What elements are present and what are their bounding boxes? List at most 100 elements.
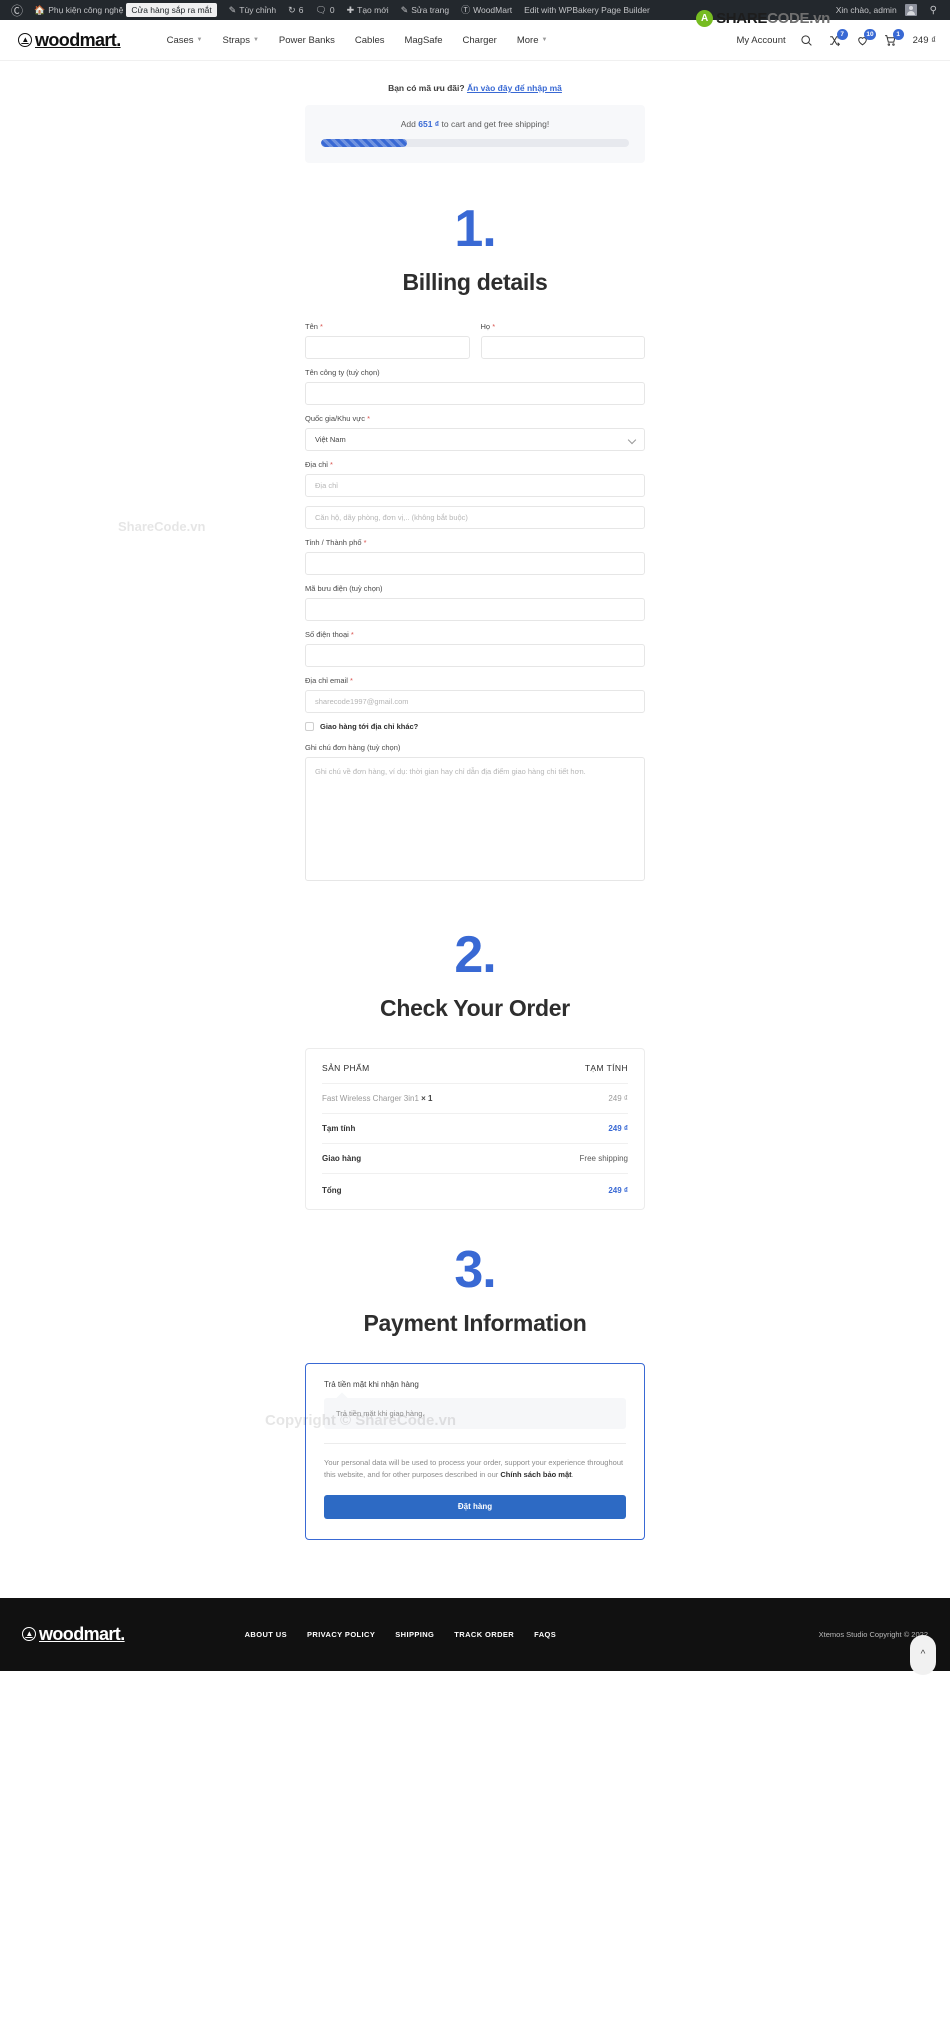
adminbar-wpbakery[interactable]: Edit with WPBakery Page Builder (518, 0, 656, 20)
subtotal-label: Tạm tính (322, 1113, 535, 1144)
nav-label: More (516, 34, 539, 46)
cart-total-amount: 249 ₫ (912, 34, 936, 46)
field-country: Quốc gia/Khu vực * (305, 414, 645, 451)
chevron-up-icon: ^ (920, 1649, 926, 1661)
order-item-name: Fast Wireless Charger 3in1 (322, 1094, 419, 1103)
place-order-button[interactable]: Đặt hàng (324, 1494, 626, 1519)
nav-item-power-banks[interactable]: Power Banks (279, 35, 335, 46)
compare-icon[interactable]: 7 (827, 28, 848, 48)
cart-icon[interactable]: 1 (883, 28, 904, 48)
phone-label: Số điện thoại * (305, 630, 645, 639)
order-review-box: SẢN PHẨM TẠM TÍNH Fast Wireless Charger … (305, 1048, 645, 1210)
avatar (904, 4, 917, 16)
footer-logo[interactable]: ▲ woodmart. (22, 1624, 125, 1645)
adminbar-new[interactable]: ✚ Tạo mới (341, 0, 395, 20)
total-value: 249 ₫ (608, 1186, 628, 1195)
first-name-input[interactable] (305, 336, 470, 359)
wishlist-count-badge: 10 (864, 28, 876, 40)
adminbar-howdy-label: Xin chào, admin (835, 5, 897, 15)
city-label-text: Tỉnh / Thành phố (305, 538, 362, 547)
ship-different-label[interactable]: Giao hàng tới địa chỉ khác? (320, 722, 418, 731)
nav-item-magsafe[interactable]: MagSafe (404, 35, 442, 46)
coupon-toggle-link[interactable]: Ấn vào đây để nhập mã (467, 83, 562, 93)
email-label: Địa chỉ email * (305, 676, 645, 685)
free-shipping-prefix: Add (400, 119, 416, 129)
order-item-qty: × 1 (421, 1094, 433, 1103)
country-select-wrapper[interactable] (305, 428, 645, 451)
step-1-title: Billing details (402, 269, 548, 295)
last-name-input[interactable] (480, 336, 645, 359)
subtotal-value: 249 ₫ (534, 1113, 628, 1144)
footer-navigation: ABOUT US PRIVACY POLICY SHIPPING TRACK O… (245, 1630, 557, 1639)
last-name-label-text: Họ (480, 322, 491, 331)
nav-item-cables[interactable]: Cables (355, 35, 385, 46)
address-1-input[interactable] (305, 474, 645, 497)
city-input[interactable] (305, 552, 645, 575)
postcode-input[interactable] (305, 598, 645, 621)
site-logo[interactable]: ▲ woodmart. (18, 30, 121, 51)
ship-different-checkbox[interactable] (305, 722, 314, 731)
privacy-policy-link[interactable]: Chính sách bảo mật (500, 1470, 571, 1479)
nav-label: MagSafe (404, 34, 443, 46)
wp-admin-bar: Ⓒ 🏠 Phụ kiện công nghệ Cửa hàng sắp ra m… (0, 0, 950, 20)
search-icon[interactable]: ⚲ (923, 5, 944, 16)
adminbar-wpbakery-label: Edit with WPBakery Page Builder (524, 5, 650, 15)
payment-method-description: Trả tiền mặt khi giao hàng. (324, 1398, 626, 1429)
chevron-down-icon: ▼ (541, 37, 548, 43)
adminbar-customize[interactable]: ✎ Tùy chỉnh (223, 0, 282, 20)
field-order-notes: Ghi chú đơn hàng (tuỳ chọn) (305, 743, 645, 886)
heart-icon[interactable]: 10 (855, 28, 876, 48)
ship-to-different-address-row[interactable]: Giao hàng tới địa chỉ khác? (305, 722, 645, 731)
coming-soon-pill: Cửa hàng sắp ra mắt (126, 3, 217, 17)
field-city: Tỉnh / Thành phố * (305, 538, 645, 575)
pencil-icon: ✎ (400, 4, 409, 15)
adminbar-updates[interactable]: ↻ 6 (282, 0, 309, 20)
nav-item-cases[interactable]: Cases ▼ (167, 35, 203, 46)
billing-form: Tên * Họ * Tên công ty (tuỳ chọn) Quốc g… (305, 322, 645, 886)
country-select[interactable] (305, 428, 645, 451)
cart-count-badge: 1 (892, 28, 904, 40)
nav-label: Charger (462, 34, 497, 46)
address-2-input[interactable] (305, 506, 645, 529)
nav-item-straps[interactable]: Straps ▼ (223, 35, 259, 46)
order-item-name-cell: Fast Wireless Charger 3in1 × 1 (322, 1083, 535, 1114)
footer-link-privacy-policy[interactable]: PRIVACY POLICY (307, 1630, 375, 1639)
adminbar-comments-count: 0 (329, 5, 335, 15)
shipping-value: Free shipping (534, 1143, 628, 1174)
adminbar-edit-page[interactable]: ✎ Sửa trang (395, 0, 455, 20)
footer-link-track-order[interactable]: TRACK ORDER (454, 1630, 514, 1639)
required-mark: * (330, 460, 333, 469)
comment-icon: 🗨 (315, 4, 327, 15)
footer-link-shipping[interactable]: SHIPPING (395, 1630, 434, 1639)
footer-copyright: Xtemos Studio Copyright © 2022 (818, 1629, 928, 1639)
wordpress-icon[interactable]: Ⓒ (6, 0, 28, 20)
required-mark: * (350, 676, 353, 685)
adminbar-woodmart[interactable]: Ⓣ WoodMart (455, 0, 518, 20)
order-notes-textarea[interactable] (305, 757, 645, 881)
company-input[interactable] (305, 382, 645, 405)
footer-logo-text: woodmart. (39, 1623, 125, 1644)
country-label: Quốc gia/Khu vực * (305, 414, 645, 423)
required-mark: * (350, 630, 354, 639)
footer-link-faqs[interactable]: FAQS (534, 1630, 556, 1639)
search-icon[interactable] (799, 33, 814, 48)
footer-link-about-us[interactable]: ABOUT US (245, 1630, 287, 1639)
adminbar-comments[interactable]: 🗨 0 (309, 0, 340, 20)
my-account-link[interactable]: My Account (737, 35, 786, 46)
body-watermark-1: ShareCode.vn (118, 519, 206, 534)
column-header-subtotal: TẠM TÍNH (534, 1049, 628, 1084)
phone-input[interactable] (305, 644, 645, 667)
payment-method-label[interactable]: Trả tiền mặt khi nhận hàng (324, 1380, 626, 1389)
step-1-number: 1. (454, 200, 496, 258)
order-item-price: 249 ₫ (534, 1083, 628, 1114)
nav-item-charger[interactable]: Charger (463, 35, 497, 46)
woodmart-logo-icon: ▲ (22, 1627, 36, 1642)
adminbar-edit-page-label: Sửa trang (411, 5, 450, 15)
nav-item-more[interactable]: More ▼ (517, 35, 548, 46)
table-row: Fast Wireless Charger 3in1 × 1 249 ₫ (322, 1083, 628, 1114)
first-name-label-text: Tên (305, 322, 318, 331)
email-input[interactable] (305, 690, 645, 713)
scroll-to-top-button[interactable]: ^ (910, 1634, 936, 1675)
adminbar-site-name[interactable]: 🏠 Phụ kiện công nghệ Cửa hàng sắp ra mắt (28, 0, 223, 20)
adminbar-howdy[interactable]: Xin chào, admin (830, 0, 923, 20)
